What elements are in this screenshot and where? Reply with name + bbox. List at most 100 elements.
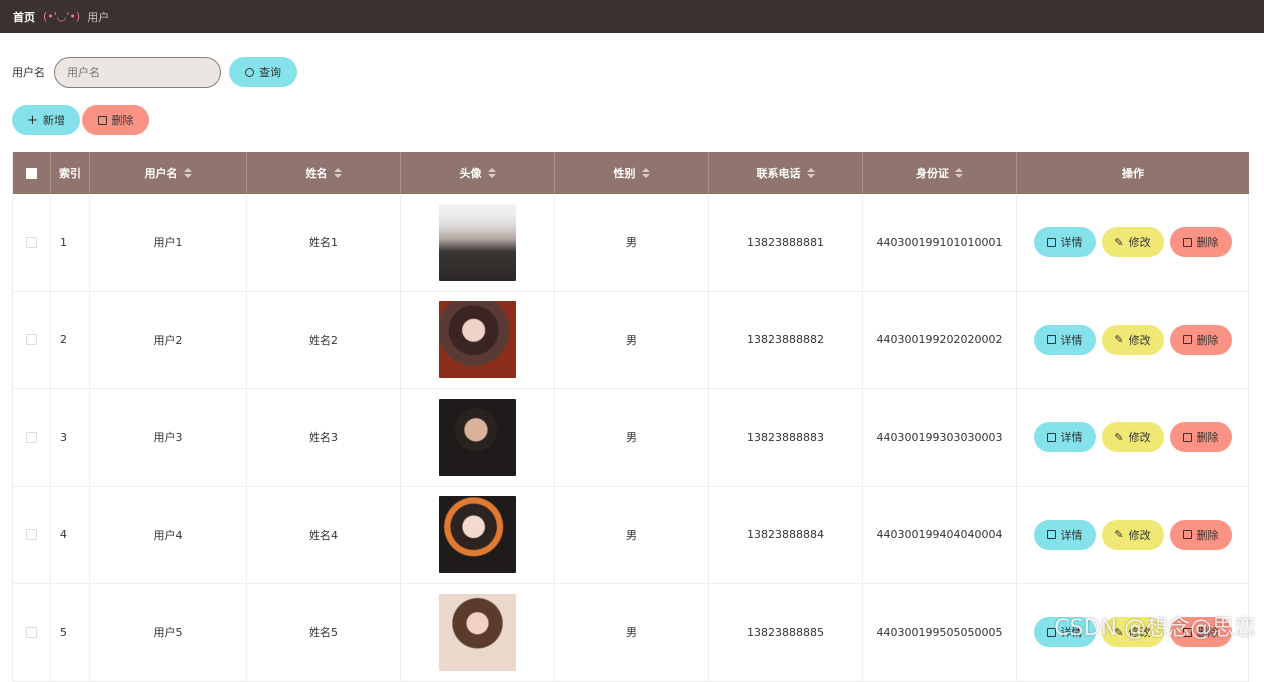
table-header: 索引 用户名 姓名 头像 性别 联系电话 身份证 操作 <box>13 152 1249 194</box>
avatar[interactable] <box>439 399 516 476</box>
row-index: 4 <box>51 487 90 584</box>
row-name: 姓名5 <box>247 584 401 681</box>
row-actions: 详情 ✎修改 删除 <box>1017 292 1249 389</box>
avatar[interactable] <box>439 496 516 573</box>
search-button[interactable]: 查询 <box>229 57 297 87</box>
row-phone: 13823888884 <box>709 487 863 584</box>
user-table: 索引 用户名 姓名 头像 性别 联系电话 身份证 操作 <box>12 152 1249 682</box>
row-phone: 13823888883 <box>709 389 863 486</box>
edit-button[interactable]: ✎修改 <box>1102 520 1164 550</box>
trash-icon <box>1183 335 1192 344</box>
table-row: 4 用户4 姓名4 男 13823888884 4403001994040400… <box>13 487 1249 585</box>
header-phone[interactable]: 联系电话 <box>709 152 863 194</box>
row-gender: 男 <box>555 292 709 389</box>
detail-button[interactable]: 详情 <box>1034 422 1096 452</box>
sort-icon[interactable] <box>488 168 496 178</box>
header-username[interactable]: 用户名 <box>90 152 247 194</box>
table-body: 1 用户1 姓名1 男 13823888881 4403001991010100… <box>13 194 1249 682</box>
document-icon <box>1047 433 1056 442</box>
row-name: 姓名1 <box>247 194 401 291</box>
table-row: 1 用户1 姓名1 男 13823888881 4403001991010100… <box>13 194 1249 292</box>
row-index: 3 <box>51 389 90 486</box>
row-name: 姓名2 <box>247 292 401 389</box>
avatar[interactable] <box>439 594 516 671</box>
select-all-checkbox[interactable] <box>26 168 37 179</box>
sort-icon[interactable] <box>642 168 650 178</box>
header-select-all <box>13 152 51 194</box>
batch-delete-label: 删除 <box>112 112 134 128</box>
row-phone: 13823888881 <box>709 194 863 291</box>
table-row: 2 用户2 姓名2 男 13823888882 4403001992020200… <box>13 292 1249 390</box>
pencil-icon: ✎ <box>1114 431 1123 444</box>
row-phone: 13823888885 <box>709 584 863 681</box>
avatar[interactable] <box>439 204 516 281</box>
header-index: 索引 <box>51 152 90 194</box>
trash-icon <box>1183 530 1192 539</box>
row-checkbox[interactable] <box>26 432 37 443</box>
row-checkbox[interactable] <box>26 627 37 638</box>
row-username: 用户5 <box>90 584 247 681</box>
sort-icon[interactable] <box>955 168 963 178</box>
breadcrumb-home[interactable]: 首页 <box>13 9 35 25</box>
trash-icon <box>1183 433 1192 442</box>
action-bar: + 新增 删除 <box>12 105 149 135</box>
sort-icon[interactable] <box>184 168 192 178</box>
watermark: CSDN @想念@思恋 <box>1054 610 1256 642</box>
add-button[interactable]: + 新增 <box>12 105 80 135</box>
row-id-card: 440300199505050005 <box>863 584 1017 681</box>
row-username: 用户1 <box>90 194 247 291</box>
header-actions: 操作 <box>1017 152 1249 194</box>
delete-button[interactable]: 删除 <box>1170 520 1232 550</box>
row-index: 5 <box>51 584 90 681</box>
document-icon <box>1047 530 1056 539</box>
batch-delete-button[interactable]: 删除 <box>82 105 149 135</box>
header-name[interactable]: 姓名 <box>247 152 401 194</box>
row-name: 姓名3 <box>247 389 401 486</box>
row-phone: 13823888882 <box>709 292 863 389</box>
trash-icon <box>98 116 107 125</box>
row-actions: 详情 ✎修改 删除 <box>1017 194 1249 291</box>
sort-icon[interactable] <box>807 168 815 178</box>
row-checkbox[interactable] <box>26 334 37 345</box>
detail-button[interactable]: 详情 <box>1034 520 1096 550</box>
table-row: 3 用户3 姓名3 男 13823888883 4403001993030300… <box>13 389 1249 487</box>
edit-button[interactable]: ✎修改 <box>1102 325 1164 355</box>
document-icon <box>1047 238 1056 247</box>
search-input[interactable] <box>54 57 221 88</box>
row-id-card: 440300199101010001 <box>863 194 1017 291</box>
row-gender: 男 <box>555 194 709 291</box>
search-label: 用户名 <box>12 64 45 80</box>
row-index: 2 <box>51 292 90 389</box>
detail-button[interactable]: 详情 <box>1034 325 1096 355</box>
row-gender: 男 <box>555 389 709 486</box>
search-button-label: 查询 <box>259 64 281 80</box>
search-bar: 用户名 查询 <box>12 57 297 87</box>
header-gender[interactable]: 性别 <box>555 152 709 194</box>
row-gender: 男 <box>555 584 709 681</box>
breadcrumb-separator: (•'◡'•) <box>43 10 80 23</box>
avatar[interactable] <box>439 301 516 378</box>
search-icon <box>245 68 254 77</box>
row-actions: 详情 ✎修改 删除 <box>1017 389 1249 486</box>
pencil-icon: ✎ <box>1114 528 1123 541</box>
row-checkbox[interactable] <box>26 529 37 540</box>
detail-button[interactable]: 详情 <box>1034 227 1096 257</box>
row-name: 姓名4 <box>247 487 401 584</box>
row-id-card: 440300199202020002 <box>863 292 1017 389</box>
edit-button[interactable]: ✎修改 <box>1102 227 1164 257</box>
row-checkbox[interactable] <box>26 237 37 248</box>
trash-icon <box>1183 238 1192 247</box>
sort-icon[interactable] <box>334 168 342 178</box>
edit-button[interactable]: ✎修改 <box>1102 422 1164 452</box>
breadcrumb-current: 用户 <box>87 9 109 25</box>
header-avatar[interactable]: 头像 <box>401 152 555 194</box>
delete-button[interactable]: 删除 <box>1170 325 1232 355</box>
header-id-card[interactable]: 身份证 <box>863 152 1017 194</box>
delete-button[interactable]: 删除 <box>1170 422 1232 452</box>
row-id-card: 440300199404040004 <box>863 487 1017 584</box>
row-username: 用户3 <box>90 389 247 486</box>
row-actions: 详情 ✎修改 删除 <box>1017 487 1249 584</box>
row-index: 1 <box>51 194 90 291</box>
top-bar: 首页 (•'◡'•) 用户 <box>0 0 1264 33</box>
delete-button[interactable]: 删除 <box>1170 227 1232 257</box>
